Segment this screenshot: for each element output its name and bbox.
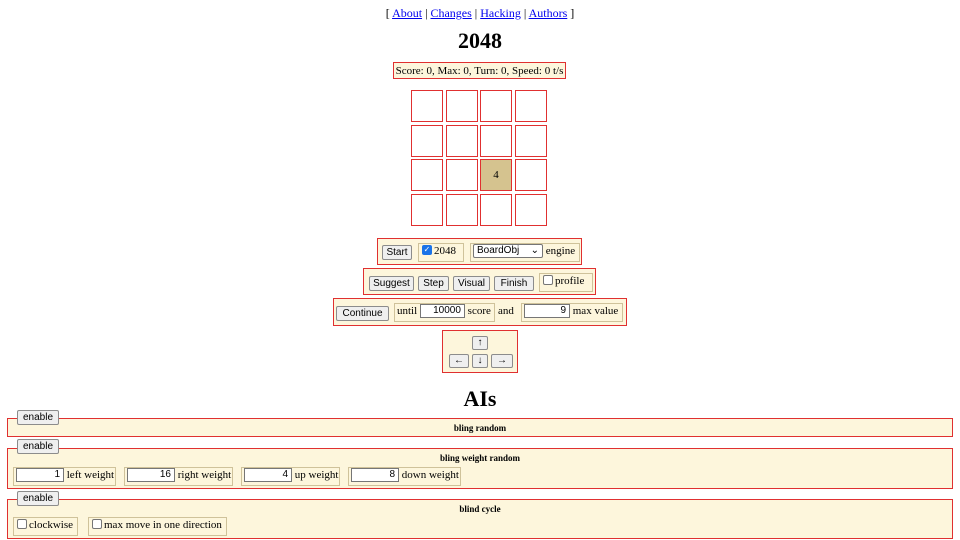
and-label: and (498, 305, 514, 317)
board-cell (515, 159, 547, 191)
finish-button[interactable]: Finish (494, 276, 534, 291)
control-row-actions: Suggest Step Visual Finish profile (363, 268, 596, 295)
board-cell (446, 194, 478, 226)
nav-separator: | (474, 6, 478, 20)
clockwise-label: clockwise (29, 519, 73, 531)
ais-heading: AIs (463, 386, 497, 411)
arrow-pad: ↑ ← ↓ → (442, 330, 518, 373)
max-value-field: 9 max value (521, 303, 623, 322)
left-weight-input[interactable]: 1 (16, 468, 64, 483)
max-value-input[interactable]: 9 (524, 304, 570, 319)
down-weight-field: 8 down weight (348, 467, 461, 486)
down-weight-input[interactable]: 8 (351, 468, 399, 483)
ai-panel-bling-random: bling random (7, 418, 953, 437)
until-label: until (397, 305, 418, 317)
arrow-left-button[interactable]: ← (449, 354, 469, 368)
start-button[interactable]: Start (382, 245, 412, 260)
profile-label: profile (555, 275, 585, 287)
ai-panel-blind-cycle: blind cycle clockwise max move in one di… (7, 499, 953, 539)
visual-button[interactable]: Visual (453, 276, 490, 291)
board-cell (411, 90, 443, 122)
nav-separator: | (425, 6, 428, 20)
clockwise-checkbox[interactable] (17, 519, 27, 530)
nav-separator: | (523, 6, 527, 20)
clockwise-field: clockwise (13, 517, 78, 536)
right-weight-input[interactable]: 16 (127, 468, 175, 483)
nav-link-hacking[interactable]: Hacking (480, 6, 521, 20)
down-weight-label: down weight (401, 469, 459, 481)
nav-bracket-close: ] (570, 6, 575, 20)
profile-field: profile (539, 273, 593, 292)
arrow-right-button[interactable]: → (491, 354, 513, 368)
up-weight-label: up weight (294, 469, 339, 481)
target-2048-label: 2048 (434, 245, 456, 257)
board-cell (480, 125, 512, 157)
board-cell (480, 90, 512, 122)
page-title: 2048 (458, 28, 502, 53)
arrow-down-button[interactable]: ↓ (472, 354, 488, 368)
board-cell (411, 194, 443, 226)
up-weight-field: 4 up weight (241, 467, 340, 486)
arrow-up-button[interactable]: ↑ (472, 336, 488, 350)
arrow-right-icon: → (497, 355, 507, 366)
board-cell (480, 194, 512, 226)
board-cell (446, 125, 478, 157)
engine-field: BoardObj ⌄ engine (470, 243, 580, 262)
engine-label: engine (545, 245, 576, 257)
arrow-up-icon: ↑ (477, 337, 483, 348)
board-cell (446, 159, 478, 191)
top-nav: [ About | Changes | Hacking | Authors ] (0, 6, 960, 21)
right-weight-label: right weight (177, 469, 232, 481)
score-limit-input[interactable]: 10000 (419, 304, 465, 319)
arrow-left-icon: ← (454, 355, 464, 366)
enable-button-bling-weight-random[interactable]: enable (17, 439, 59, 454)
board-cell (515, 194, 547, 226)
engine-select[interactable]: BoardObj ⌄ (473, 244, 543, 259)
ai-panel-title: blind cycle (459, 504, 501, 514)
max-move-label: max move in one direction (104, 519, 222, 531)
board-cell (515, 125, 547, 157)
arrow-down-icon: ↓ (477, 355, 483, 366)
score-limit-field: until 10000 score (394, 303, 495, 322)
game-board: 4 (411, 90, 549, 228)
continue-button[interactable]: Continue (336, 306, 389, 321)
target-2048-field: ✓ 2048 (418, 243, 464, 262)
ai-panel-bling-weight-random: bling weight random 1 left weight 16 rig… (7, 448, 953, 489)
enable-button-blind-cycle[interactable]: enable (17, 491, 59, 506)
status-bar: Score: 0, Max: 0, Turn: 0, Speed: 0 t/s (393, 62, 566, 79)
left-weight-field: 1 left weight (13, 467, 116, 486)
ai-panel-title: bling weight random (439, 453, 520, 463)
nav-link-changes[interactable]: Changes (430, 6, 471, 20)
nav-bracket-open: [ (385, 6, 390, 20)
step-button[interactable]: Step (418, 276, 449, 291)
left-weight-label: left weight (66, 469, 115, 481)
engine-select-value: BoardObj (477, 245, 520, 257)
target-2048-checkbox[interactable]: ✓ (422, 245, 432, 256)
control-row-start: Start ✓ 2048 BoardObj ⌄ engine (377, 238, 582, 265)
nav-link-authors[interactable]: Authors (529, 6, 568, 20)
profile-checkbox[interactable] (543, 275, 553, 286)
max-value-label: max value (572, 305, 619, 317)
nav-link-about[interactable]: About (392, 6, 422, 20)
board-cell (411, 159, 443, 191)
suggest-button[interactable]: Suggest (369, 276, 414, 291)
right-weight-field: 16 right weight (124, 467, 233, 486)
board-cell (515, 90, 547, 122)
up-weight-input[interactable]: 4 (244, 468, 292, 483)
enable-button-bling-random[interactable]: enable (17, 410, 59, 425)
chevron-down-icon: ⌄ (530, 245, 539, 257)
max-move-checkbox[interactable] (92, 519, 102, 530)
max-move-field: max move in one direction (88, 517, 227, 536)
board-cell (411, 125, 443, 157)
board-cell (446, 90, 478, 122)
control-row-continue: Continue until 10000 score and 9 max val… (333, 298, 627, 326)
ai-panel-title: bling random (453, 423, 507, 433)
score-label: score (467, 305, 491, 317)
board-tile-4: 4 (480, 159, 512, 191)
